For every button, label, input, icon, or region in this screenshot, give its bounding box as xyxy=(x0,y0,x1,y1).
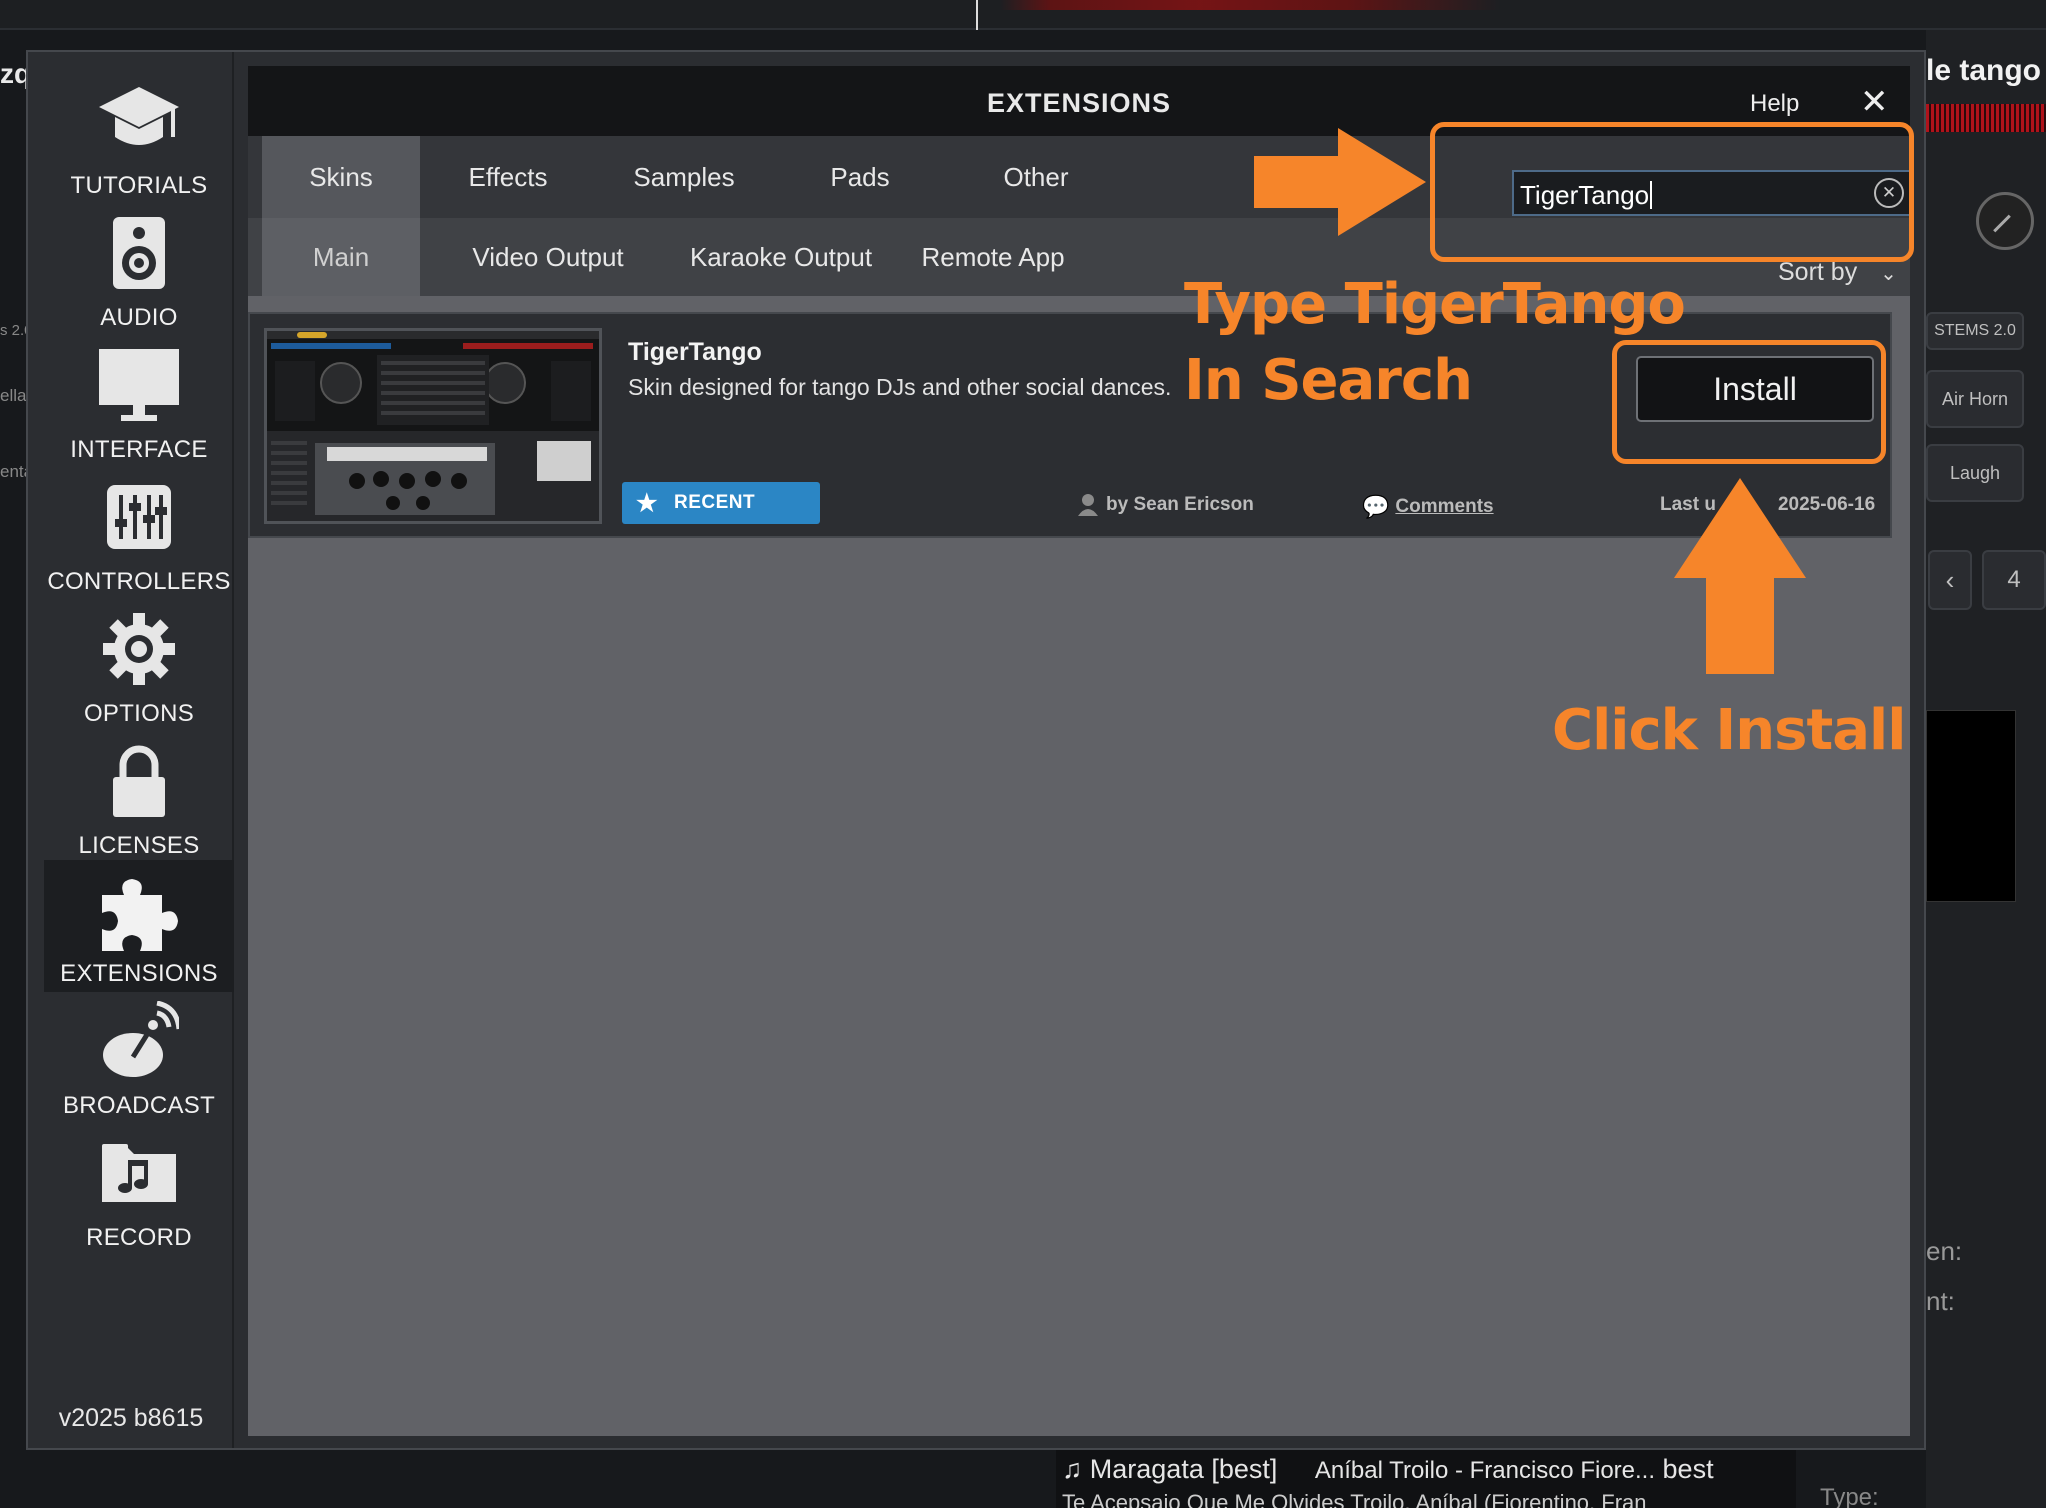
extension-name: TigerTango xyxy=(628,338,762,366)
speaker-icon xyxy=(96,210,182,296)
monitor-icon xyxy=(96,342,182,428)
dialog-title: EXTENSIONS xyxy=(986,88,1172,118)
author-info: by Sean Ericson xyxy=(1078,494,1254,516)
user-icon xyxy=(1078,494,1098,516)
arrow-up-icon xyxy=(1674,478,1806,674)
skin-thumbnail xyxy=(264,328,602,524)
playhead-marker xyxy=(976,0,978,30)
satellite-dish-icon xyxy=(96,998,182,1084)
recent-badge: ★ RECENT xyxy=(622,482,820,524)
sort-by-label: Sort by xyxy=(1778,258,1858,286)
annotation-install: Click Install xyxy=(1552,698,1906,763)
sidebar-item-label: CONTROLLERS xyxy=(47,568,231,595)
sidebar-item-options[interactable]: OPTIONS xyxy=(44,600,234,732)
chevron-down-icon: ⌄ xyxy=(1880,263,1897,285)
deck-right-title: le tango - xyxy=(1926,54,2046,87)
annotation-search-line2: In Search xyxy=(1184,348,1473,413)
sidebar-item-broadcast[interactable]: BROADCAST xyxy=(44,992,234,1124)
deck-waveform-strip xyxy=(0,0,2046,30)
row-title: Maragata [best] xyxy=(1089,1454,1278,1484)
browser-list: ♫ Maragata [best] Aníbal Troilo - Franci… xyxy=(1056,1450,1796,1508)
music-note-icon: ♫ xyxy=(1062,1454,1090,1484)
settings-sidebar: TUTORIALS AUDIO INTERFACE CONTROLLERS OP… xyxy=(28,52,234,1448)
sidebar-item-tutorials[interactable]: TUTORIALS xyxy=(44,72,234,204)
tab-other[interactable]: Other xyxy=(948,136,1124,218)
sidebar-item-label: BROADCAST xyxy=(62,1092,216,1119)
sidebar-item-audio[interactable]: AUDIO xyxy=(44,204,234,336)
browser-row[interactable]: ♫ Maragata [best] Aníbal Troilo - Franci… xyxy=(1062,1454,1714,1485)
author-label: by Sean Ericson xyxy=(1106,494,1254,515)
help-button[interactable]: Help xyxy=(1750,90,1799,118)
sidebar-item-extensions[interactable]: EXTENSIONS xyxy=(44,860,234,992)
row-artist: Aníbal Troilo - Francisco Fiore... xyxy=(1314,1457,1656,1484)
sidebar-item-record[interactable]: RECORD xyxy=(44,1124,234,1256)
comments-link[interactable]: 💬 Comments xyxy=(1362,494,1494,520)
search-highlight-box xyxy=(1430,122,1914,262)
sidebar-item-label: OPTIONS xyxy=(83,700,195,727)
gear-icon xyxy=(96,606,182,692)
extension-description: Skin designed for tango DJs and other so… xyxy=(628,374,1172,400)
arrow-right-icon xyxy=(1254,128,1426,236)
sidebar-item-licenses[interactable]: LICENSES xyxy=(44,732,234,864)
right-label-1: en: xyxy=(1926,1236,1963,1266)
comment-bubble-icon: 💬 xyxy=(1362,494,1390,519)
close-icon[interactable]: ✕ xyxy=(1860,82,1889,122)
sort-by-dropdown[interactable]: Sort by ⌄ xyxy=(1778,258,1897,287)
pad-air-horn[interactable]: Air Horn xyxy=(1926,370,2024,428)
lock-icon xyxy=(96,738,182,824)
row-tag: best xyxy=(1662,1454,1714,1484)
sidebar-item-label: TUTORIALS xyxy=(70,172,208,199)
graduation-cap-icon xyxy=(96,78,182,164)
browser-row[interactable]: Te Acepsaio Que Me Olvides Troilo, Aníba… xyxy=(1062,1490,1647,1508)
sidebar-item-interface[interactable]: INTERFACE xyxy=(44,336,234,468)
tab-pads[interactable]: Pads xyxy=(772,136,948,218)
sidebar-item-label: RECORD xyxy=(86,1224,192,1251)
tab-remote-app[interactable]: Remote App xyxy=(900,218,1086,296)
install-highlight-box xyxy=(1612,340,1886,464)
sidebar-item-label: AUDIO xyxy=(100,304,178,331)
tab-video-output[interactable]: Video Output xyxy=(434,218,662,296)
star-icon: ★ xyxy=(636,489,659,517)
comments-label: Comments xyxy=(1395,496,1494,517)
sidebar-item-label: EXTENSIONS xyxy=(60,960,218,987)
tab-samples[interactable]: Samples xyxy=(596,136,772,218)
tab-main[interactable]: Main xyxy=(262,218,420,296)
waveform xyxy=(1000,0,1500,10)
sidebar-item-controllers[interactable]: CONTROLLERS xyxy=(44,468,234,600)
pad-stems[interactable]: STEMS 2.0 xyxy=(1926,312,2024,350)
badge-label: RECENT xyxy=(674,492,756,513)
deck-knob[interactable] xyxy=(1976,192,2034,250)
pad-page-number[interactable]: 4 xyxy=(1982,550,2046,610)
puzzle-icon xyxy=(96,870,182,956)
music-folder-icon xyxy=(96,1130,182,1216)
video-preview xyxy=(1926,710,2016,902)
deck-right-waveform xyxy=(1926,104,2046,132)
tab-karaoke-output[interactable]: Karaoke Output xyxy=(664,218,898,296)
pad-prev-button[interactable]: ‹ xyxy=(1928,550,1972,610)
tab-skins[interactable]: Skins xyxy=(262,136,420,218)
type-label: Type: xyxy=(1820,1484,1879,1508)
pad-laugh[interactable]: Laugh xyxy=(1926,444,2024,502)
sidebar-item-label: LICENSES xyxy=(78,832,200,859)
version-label: v2025 b8615 xyxy=(58,1404,204,1432)
tab-effects[interactable]: Effects xyxy=(420,136,596,218)
sidebar-item-label: INTERFACE xyxy=(70,436,208,463)
right-label-2: nt: xyxy=(1926,1286,1955,1316)
sliders-icon xyxy=(96,474,182,560)
annotation-search-line1: Type TigerTango xyxy=(1184,272,1686,337)
